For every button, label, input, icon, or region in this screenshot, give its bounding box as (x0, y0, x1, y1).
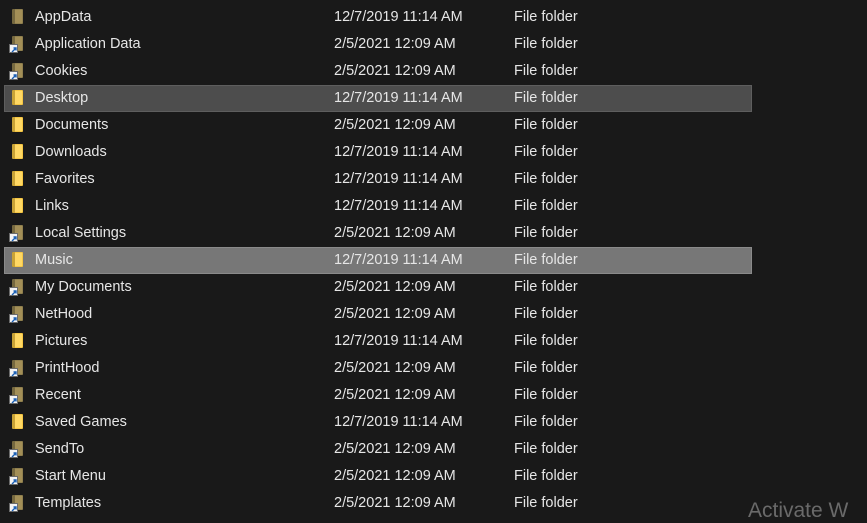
file-name: Cookies (35, 63, 88, 79)
file-row[interactable]: PrintHood 2/5/2021 12:09 AM File folder (0, 355, 752, 382)
file-row-hovered[interactable]: Music 12/7/2019 11:14 AM File folder (4, 247, 752, 274)
file-name: Pictures (35, 333, 88, 349)
file-type: File folder (514, 90, 578, 106)
folder-icon (10, 90, 26, 107)
file-type: File folder (514, 414, 578, 430)
folder-icon (10, 117, 26, 134)
file-type: File folder (514, 360, 578, 376)
date-modified: 2/5/2021 12:09 AM (334, 495, 456, 511)
file-type: File folder (514, 9, 578, 25)
date-modified: 2/5/2021 12:09 AM (334, 360, 456, 376)
hidden-folder-icon (10, 9, 26, 26)
date-modified: 2/5/2021 12:09 AM (334, 225, 456, 241)
date-modified: 12/7/2019 11:14 AM (334, 171, 463, 187)
file-name: Recent (35, 387, 81, 403)
date-modified: 2/5/2021 12:09 AM (334, 36, 456, 52)
folder-icon (10, 252, 26, 269)
date-modified: 12/7/2019 11:14 AM (334, 198, 463, 214)
file-row[interactable]: Application Data 2/5/2021 12:09 AM File … (0, 31, 752, 58)
date-modified: 2/5/2021 12:09 AM (334, 441, 456, 457)
file-row[interactable]: NetHood 2/5/2021 12:09 AM File folder (0, 301, 752, 328)
folder-shortcut-icon (9, 387, 26, 404)
file-name: Local Settings (35, 225, 127, 241)
date-modified: 12/7/2019 11:14 AM (334, 414, 463, 430)
file-type: File folder (514, 495, 578, 511)
date-modified: 12/7/2019 11:14 AM (334, 90, 463, 106)
file-name: AppData (35, 9, 92, 25)
folder-icon (10, 144, 26, 161)
date-modified: 2/5/2021 12:09 AM (334, 306, 456, 322)
file-type: File folder (514, 63, 578, 79)
file-name: Documents (35, 117, 109, 133)
file-row[interactable]: Recent 2/5/2021 12:09 AM File folder (0, 382, 752, 409)
file-name: Start Menu (35, 468, 106, 484)
file-row[interactable]: Pictures 12/7/2019 11:14 AM File folder (0, 328, 752, 355)
file-type: File folder (514, 333, 578, 349)
folder-icon (10, 414, 26, 431)
date-modified: 2/5/2021 12:09 AM (334, 279, 456, 295)
file-row[interactable]: Start Menu 2/5/2021 12:09 AM File folder (0, 463, 752, 490)
folder-icon (10, 171, 26, 188)
file-row[interactable]: My Documents 2/5/2021 12:09 AM File fold… (0, 274, 752, 301)
folder-shortcut-icon (9, 360, 26, 377)
folder-shortcut-icon (9, 468, 26, 485)
file-row[interactable]: Cookies 2/5/2021 12:09 AM File folder (0, 58, 752, 85)
file-list: AppData 12/7/2019 11:14 AM File folder A… (0, 4, 867, 517)
file-type: File folder (514, 144, 578, 160)
file-row[interactable]: AppData 12/7/2019 11:14 AM File folder (0, 4, 752, 31)
file-row[interactable]: SendTo 2/5/2021 12:09 AM File folder (0, 436, 752, 463)
folder-shortcut-icon (9, 279, 26, 296)
date-modified: 2/5/2021 12:09 AM (334, 387, 456, 403)
folder-icon (10, 333, 26, 350)
activate-windows-watermark: Activate W (748, 499, 849, 522)
file-type: File folder (514, 252, 578, 268)
file-name: PrintHood (35, 360, 100, 376)
file-type: File folder (514, 306, 578, 322)
file-type: File folder (514, 441, 578, 457)
file-row[interactable]: Downloads 12/7/2019 11:14 AM File folder (0, 139, 752, 166)
file-row[interactable]: Favorites 12/7/2019 11:14 AM File folder (0, 166, 752, 193)
file-row[interactable]: Templates 2/5/2021 12:09 AM File folder (0, 490, 752, 517)
file-name: Application Data (35, 36, 141, 52)
file-name: Saved Games (35, 414, 127, 430)
file-row[interactable]: Links 12/7/2019 11:14 AM File folder (0, 193, 752, 220)
file-name: SendTo (35, 441, 85, 457)
folder-shortcut-icon (9, 441, 26, 458)
date-modified: 2/5/2021 12:09 AM (334, 63, 456, 79)
file-row-selected[interactable]: Desktop 12/7/2019 11:14 AM File folder (4, 85, 752, 112)
file-type: File folder (514, 279, 578, 295)
file-name: Desktop (35, 90, 89, 106)
date-modified: 12/7/2019 11:14 AM (334, 9, 463, 25)
file-name: Links (35, 198, 69, 214)
date-modified: 2/5/2021 12:09 AM (334, 117, 456, 133)
folder-shortcut-icon (9, 36, 26, 53)
file-type: File folder (514, 36, 578, 52)
file-name: Templates (35, 495, 102, 511)
file-row[interactable]: Local Settings 2/5/2021 12:09 AM File fo… (0, 220, 752, 247)
folder-shortcut-icon (9, 63, 26, 80)
date-modified: 2/5/2021 12:09 AM (334, 468, 456, 484)
file-name: My Documents (35, 279, 132, 295)
file-type: File folder (514, 198, 578, 214)
file-type: File folder (514, 468, 578, 484)
date-modified: 12/7/2019 11:14 AM (334, 252, 463, 268)
file-row[interactable]: Documents 2/5/2021 12:09 AM File folder (0, 112, 752, 139)
file-type: File folder (514, 387, 578, 403)
folder-shortcut-icon (9, 495, 26, 512)
folder-shortcut-icon (9, 306, 26, 323)
file-name: Favorites (35, 171, 95, 187)
folder-icon (10, 198, 26, 215)
file-type: File folder (514, 117, 578, 133)
date-modified: 12/7/2019 11:14 AM (334, 333, 463, 349)
file-name: NetHood (35, 306, 93, 322)
file-row[interactable]: Saved Games 12/7/2019 11:14 AM File fold… (0, 409, 752, 436)
folder-shortcut-icon (9, 225, 26, 242)
date-modified: 12/7/2019 11:14 AM (334, 144, 463, 160)
file-name: Downloads (35, 144, 107, 160)
file-name: Music (35, 252, 73, 268)
file-type: File folder (514, 171, 578, 187)
file-type: File folder (514, 225, 578, 241)
